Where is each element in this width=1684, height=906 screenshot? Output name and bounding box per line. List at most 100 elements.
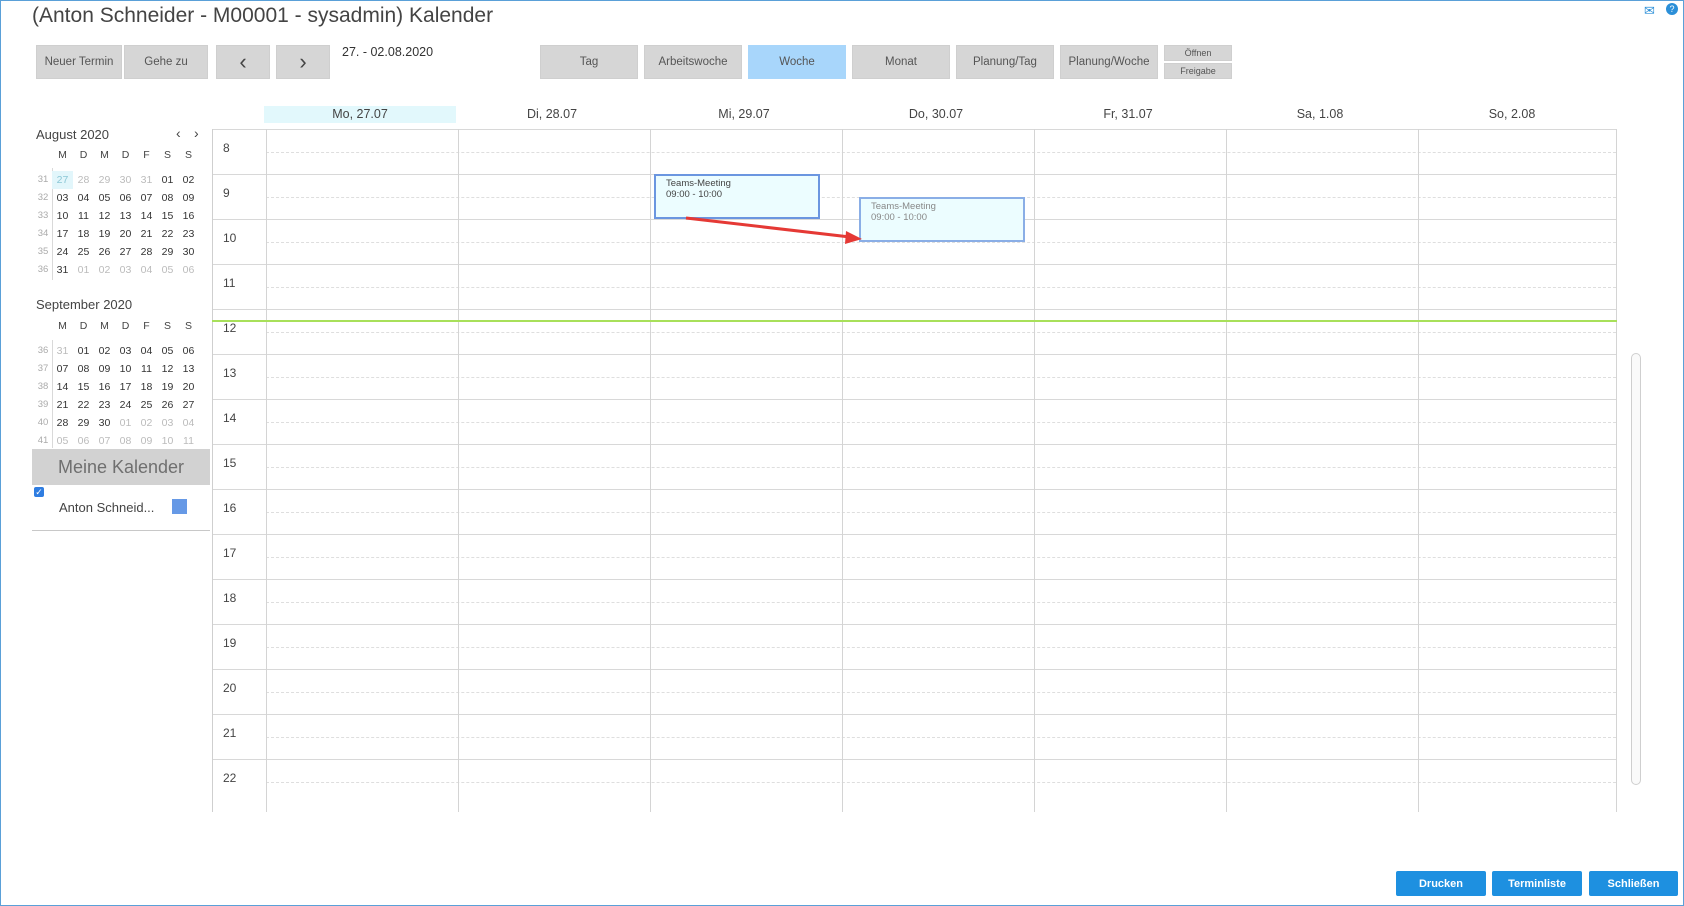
hour-row[interactable]: 16 xyxy=(213,489,1616,534)
mini-cal-day[interactable]: 06 xyxy=(73,432,94,448)
half-hour-line xyxy=(266,692,1616,693)
mini-cal-day[interactable]: 03 xyxy=(157,414,178,432)
mini-cal-day[interactable]: 08 xyxy=(73,360,94,378)
mini-cal-day[interactable]: 06 xyxy=(178,342,199,360)
hour-row[interactable]: 14 xyxy=(213,399,1616,444)
view-workweek-button[interactable]: Arbeitswoche xyxy=(644,45,742,79)
mini-cal-day[interactable]: 09 xyxy=(136,432,157,448)
mini-cal-day[interactable]: 10 xyxy=(115,360,136,378)
hour-row[interactable]: 15 xyxy=(213,444,1616,489)
view-planning-week-button[interactable]: Planung/Woche xyxy=(1060,45,1158,79)
day-header-sunday[interactable]: So, 2.08 xyxy=(1416,106,1608,123)
event-teams-meeting-drag-copy[interactable]: Teams-Meeting 09:00 - 10:00 xyxy=(859,197,1025,242)
hour-row[interactable]: 11 xyxy=(213,264,1616,309)
mini-cal-day[interactable]: 23 xyxy=(94,396,115,414)
mini-cal-day[interactable]: 10 xyxy=(157,432,178,448)
print-button[interactable]: Drucken xyxy=(1396,871,1486,896)
mini-cal-day[interactable]: 15 xyxy=(73,378,94,396)
mini-cal-day[interactable]: 19 xyxy=(157,378,178,396)
mini-cal-day[interactable]: 08 xyxy=(115,432,136,448)
mini-cal-day[interactable]: 04 xyxy=(178,414,199,432)
date-range: 27. - 02.08.2020 xyxy=(342,45,434,59)
mini-cal-day[interactable]: 01 xyxy=(115,414,136,432)
mini-cal-day[interactable]: 14 xyxy=(52,378,73,396)
mini-cal-day[interactable]: 29 xyxy=(73,414,94,432)
vertical-scrollbar[interactable] xyxy=(1631,353,1641,785)
mini-cal-day[interactable]: 27 xyxy=(178,396,199,414)
mini-cal-day[interactable]: 24 xyxy=(115,396,136,414)
mini-cal-day[interactable]: 31 xyxy=(52,342,73,360)
mini-cal-day[interactable]: 18 xyxy=(136,378,157,396)
day-header-thursday[interactable]: Do, 30.07 xyxy=(840,106,1032,123)
mini-cal-day[interactable]: 03 xyxy=(115,342,136,360)
day-header-wednesday[interactable]: Mi, 29.07 xyxy=(648,106,840,123)
mini-cal-day[interactable]: 11 xyxy=(136,360,157,378)
day-header-friday[interactable]: Fr, 31.07 xyxy=(1032,106,1224,123)
hour-label: 9 xyxy=(223,186,230,200)
event-title: Teams-Meeting xyxy=(871,201,936,212)
mini-cal-day[interactable]: 30 xyxy=(94,414,115,432)
hour-row[interactable]: 18 xyxy=(213,579,1616,624)
hour-label: 18 xyxy=(223,591,237,605)
event-time: 09:00 - 10:00 xyxy=(871,212,927,223)
mini-cal-day[interactable]: 02 xyxy=(94,342,115,360)
event-time: 09:00 - 10:00 xyxy=(666,189,722,200)
mini-cal-day[interactable]: 21 xyxy=(52,396,73,414)
hour-row[interactable]: 8 xyxy=(213,129,1616,174)
view-day-button[interactable]: Tag xyxy=(540,45,638,79)
my-calendars-header: Meine Kalender xyxy=(32,449,210,485)
hour-label: 13 xyxy=(223,366,237,380)
hour-row[interactable]: 17 xyxy=(213,534,1616,579)
prev-week-button[interactable]: ‹ xyxy=(216,45,270,79)
view-planning-day-button[interactable]: Planung/Tag xyxy=(956,45,1054,79)
mini-cal-day[interactable]: 02 xyxy=(136,414,157,432)
hour-label: 20 xyxy=(223,681,237,695)
mini-cal-day[interactable]: 11 xyxy=(178,432,199,448)
mini-cal-day[interactable]: 01 xyxy=(73,342,94,360)
calendar-name[interactable]: Anton Schneid... xyxy=(59,500,154,515)
mini-cal-day[interactable]: 07 xyxy=(94,432,115,448)
event-teams-meeting[interactable]: Teams-Meeting 09:00 - 10:00 xyxy=(654,174,820,219)
day-header-monday[interactable]: Mo, 27.07 xyxy=(264,106,456,123)
hour-row[interactable]: 22 xyxy=(213,759,1616,804)
help-icon[interactable]: ? xyxy=(1666,3,1678,15)
hour-label: 15 xyxy=(223,456,237,470)
open-button[interactable]: Öffnen xyxy=(1164,45,1232,61)
mini-cal-day[interactable]: 22 xyxy=(73,396,94,414)
half-hour-line xyxy=(266,422,1616,423)
mini-cal-day[interactable]: 05 xyxy=(52,432,73,448)
week-number: 41 xyxy=(37,435,49,446)
half-hour-line xyxy=(266,152,1616,153)
mail-icon[interactable]: ✉ xyxy=(1644,3,1655,19)
mini-cal-day[interactable]: 20 xyxy=(178,378,199,396)
mini-cal-day[interactable]: 25 xyxy=(136,396,157,414)
mini-cal-day[interactable]: 16 xyxy=(94,378,115,396)
close-button[interactable]: Schließen xyxy=(1589,871,1678,896)
view-week-button[interactable]: Woche xyxy=(748,45,846,79)
mini-cal-day[interactable]: 13 xyxy=(178,360,199,378)
half-hour-line xyxy=(266,287,1616,288)
mini-cal-day[interactable]: 05 xyxy=(157,342,178,360)
hour-row[interactable]: 13 xyxy=(213,354,1616,399)
hour-row[interactable]: 12 xyxy=(213,309,1616,354)
hour-row[interactable]: 19 xyxy=(213,624,1616,669)
day-header-tuesday[interactable]: Di, 28.07 xyxy=(456,106,648,123)
hour-row[interactable]: 21 xyxy=(213,714,1616,759)
mini-cal-day[interactable]: 17 xyxy=(115,378,136,396)
mini-cal-day[interactable]: 09 xyxy=(94,360,115,378)
week-number: 38 xyxy=(37,381,49,392)
share-button[interactable]: Freigabe xyxy=(1164,63,1232,79)
hour-label: 22 xyxy=(223,771,237,785)
mini-cal-day[interactable]: 04 xyxy=(136,342,157,360)
appointment-list-button[interactable]: Terminliste xyxy=(1492,871,1582,896)
mini-cal-day[interactable]: 28 xyxy=(52,414,73,432)
mini-cal-day[interactable]: 26 xyxy=(157,396,178,414)
day-header-saturday[interactable]: Sa, 1.08 xyxy=(1224,106,1416,123)
mini-cal-day[interactable]: 12 xyxy=(157,360,178,378)
next-week-button[interactable]: › xyxy=(276,45,330,79)
mini-cal-day[interactable]: 07 xyxy=(52,360,73,378)
view-month-button[interactable]: Monat xyxy=(852,45,950,79)
hour-label: 21 xyxy=(223,726,237,740)
calendar-checkbox[interactable]: ✓ xyxy=(34,487,44,497)
hour-row[interactable]: 20 xyxy=(213,669,1616,714)
